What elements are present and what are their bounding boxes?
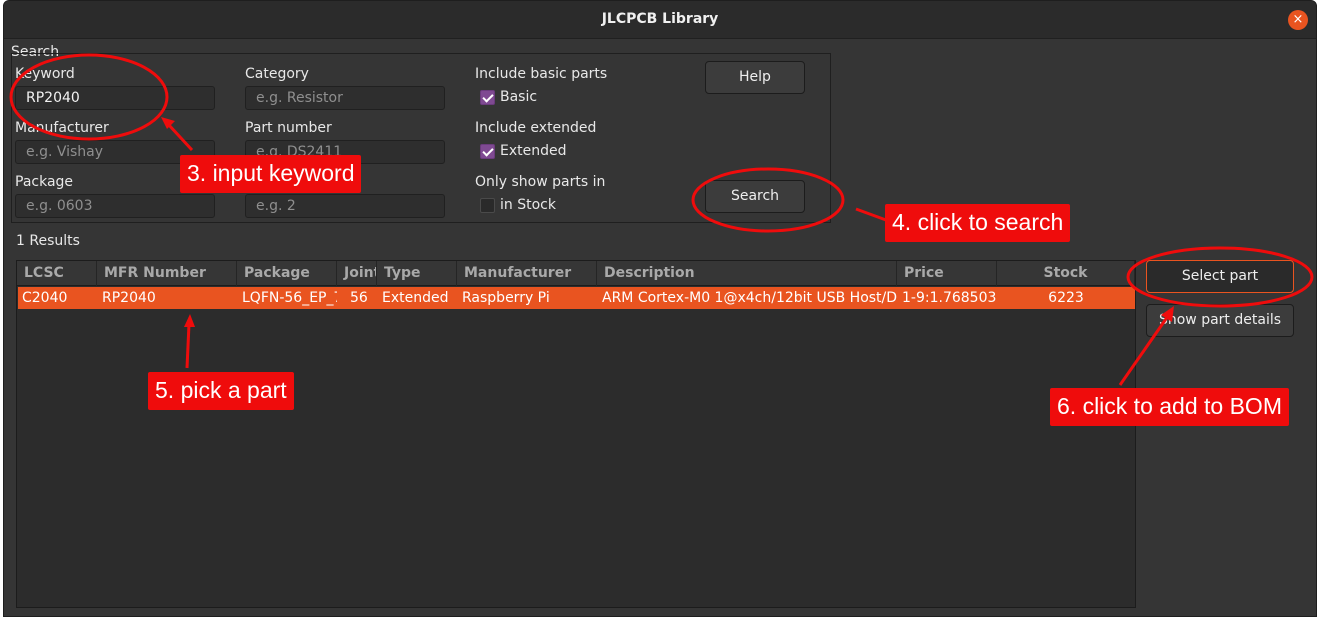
cell-joints: 56	[350, 290, 368, 306]
column-header-lcsc[interactable]: LCSC	[17, 261, 97, 286]
cell-mfr-number: RP2040	[102, 290, 156, 306]
column-header-joints[interactable]: Joints	[337, 261, 377, 286]
window-title: JLCPCB Library	[601, 11, 719, 27]
manufacturer-label: Manufacturer	[15, 120, 109, 136]
column-header-mfr-number[interactable]: MFR Number	[97, 261, 237, 286]
cell-price: 1-9:1.7685039	[902, 290, 997, 306]
basic-group-label: Include basic parts	[475, 66, 608, 82]
category-label: Category	[245, 66, 309, 82]
annotation-step3: 3. input keyword	[180, 155, 362, 193]
cell-lcsc: C2040	[22, 290, 68, 306]
column-header-description[interactable]: Description	[597, 261, 897, 286]
package-label: Package	[15, 174, 74, 190]
stock-group-label: Only show parts in	[475, 174, 606, 190]
annotation-step5: 5. pick a part	[148, 372, 294, 410]
jlcpcb-library-window: JLCPCB Library × Search Keyword RP2040 C…	[3, 0, 1317, 617]
keyword-label: Keyword	[15, 66, 75, 82]
extended-checkbox[interactable]	[480, 144, 495, 159]
annotation-step6: 6. click to add to BOM	[1050, 388, 1289, 426]
keyword-input[interactable]: RP2040	[15, 86, 215, 110]
column-header-manufacturer[interactable]: Manufacturer	[457, 261, 597, 286]
column-header-type[interactable]: Type	[377, 261, 457, 286]
column-header-stock[interactable]: Stock	[997, 261, 1135, 286]
stock-checkbox[interactable]	[480, 198, 495, 213]
column-header-price[interactable]: Price	[897, 261, 997, 286]
help-button[interactable]: Help	[705, 61, 805, 94]
table-header: LCSC MFR Number Package Joints Type Manu…	[17, 261, 1135, 286]
extended-checkbox-label[interactable]: Extended	[500, 143, 567, 159]
cell-package: LQFN-56_EP_7	[242, 290, 337, 306]
title-bar[interactable]: JLCPCB Library ×	[4, 1, 1316, 39]
cell-description: ARM Cortex-M0 1@x4ch/12bit USB Host/Dev	[602, 290, 897, 306]
close-icon[interactable]: ×	[1288, 10, 1308, 30]
extended-group-label: Include extended	[475, 120, 597, 136]
results-table[interactable]: LCSC MFR Number Package Joints Type Manu…	[16, 260, 1136, 608]
cell-type: Extended	[382, 290, 449, 306]
joints-input[interactable]: e.g. 2	[245, 194, 445, 218]
category-input[interactable]: e.g. Resistor	[245, 86, 445, 110]
select-part-button[interactable]: Select part	[1146, 260, 1294, 293]
column-header-package[interactable]: Package	[237, 261, 337, 286]
stock-checkbox-label[interactable]: in Stock	[500, 197, 556, 213]
cell-manufacturer: Raspberry Pi	[462, 290, 550, 306]
cell-stock: 6223	[1048, 290, 1084, 306]
table-row[interactable]: C2040 RP2040 LQFN-56_EP_7 56 Extended Ra…	[18, 287, 1135, 309]
part-number-label: Part number	[245, 120, 332, 136]
results-count: 1 Results	[16, 233, 80, 249]
search-button[interactable]: Search	[705, 180, 805, 213]
annotation-step4: 4. click to search	[885, 204, 1071, 242]
basic-checkbox-label[interactable]: Basic	[500, 89, 537, 105]
basic-checkbox[interactable]	[480, 90, 495, 105]
show-part-details-button[interactable]: Show part details	[1146, 304, 1294, 337]
package-input[interactable]: e.g. 0603	[15, 194, 215, 218]
